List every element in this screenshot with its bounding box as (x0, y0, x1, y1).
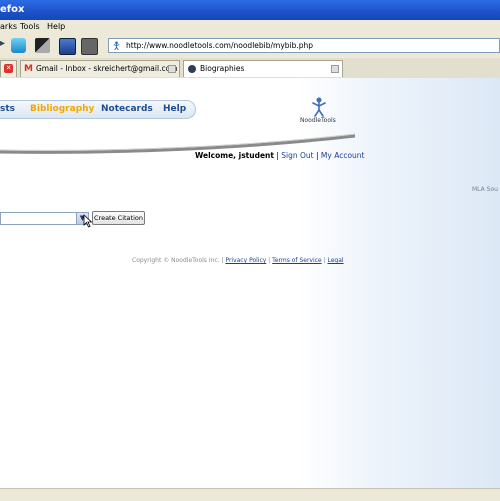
tab-bar: ✕ M Gmail - Inbox - skreichert@gmail.com… (0, 58, 500, 79)
legal-link[interactable]: Legal (327, 257, 343, 264)
menu-item-tools[interactable]: Tools (20, 20, 40, 34)
welcome-bar: Welcome, jstudent | Sign Out | My Accoun… (195, 151, 364, 160)
tab-biographies[interactable]: Biographies (183, 60, 343, 77)
mouse-pointer-icon (83, 214, 93, 228)
menu-item-help[interactable]: Help (47, 20, 65, 34)
terms-of-service-link[interactable]: Terms of Service (272, 257, 321, 264)
source-type-select[interactable]: ▼ (0, 212, 89, 225)
menu-item-bookmarks[interactable]: arks (0, 20, 17, 34)
nav-item-lists[interactable]: sts (0, 101, 15, 118)
privacy-policy-link[interactable]: Privacy Policy (225, 257, 266, 264)
biographies-favicon-icon (188, 65, 196, 73)
copyright-text: Copyright © NoodleTools Inc. | (132, 257, 226, 264)
my-account-link[interactable]: My Account (321, 151, 365, 160)
tab-close-icon[interactable] (331, 65, 339, 73)
dark-page-icon[interactable] (35, 38, 50, 53)
address-bar[interactable]: http://www.noodletools.com/noodlebib/myb… (108, 38, 500, 53)
status-bar (0, 488, 500, 501)
noodletools-favicon-icon (113, 41, 120, 50)
url-text: http://www.noodletools.com/noodlebib/myb… (126, 41, 314, 50)
nav-item-bibliography[interactable]: Bibliography (30, 101, 94, 118)
window-titlebar: efox (0, 0, 500, 20)
close-icon[interactable]: ✕ (4, 64, 13, 73)
tag-icon[interactable] (81, 38, 98, 55)
logo-text: NoodleTools (300, 117, 336, 124)
welcome-text: Welcome, jstudent (195, 151, 274, 160)
citation-style-label: MLA Sou (472, 186, 498, 193)
create-citation-button[interactable]: Create Citation (92, 211, 145, 225)
blue-bookmark-icon[interactable] (11, 38, 26, 53)
nav-item-help[interactable]: Help (163, 101, 186, 118)
window-title: efox (0, 4, 25, 15)
welcome-separator: | (313, 151, 321, 160)
site-nav: sts Bibliography Notecards Help (0, 100, 196, 119)
tab-gmail[interactable]: M Gmail - Inbox - skreichert@gmail.com (20, 60, 180, 77)
noodletools-logo-icon (312, 97, 326, 117)
chevron-right-icon[interactable]: ▸ (0, 38, 5, 49)
blue-page-icon[interactable] (59, 38, 76, 55)
gmail-icon: M (24, 64, 33, 74)
nav-item-notecards[interactable]: Notecards (101, 101, 153, 118)
tab-biographies-label: Biographies (200, 64, 245, 73)
tab-previous[interactable]: ✕ (0, 60, 17, 77)
tab-close-icon[interactable] (168, 65, 176, 73)
menu-bar: arks Tools Help (0, 20, 500, 34)
sign-out-link[interactable]: Sign Out (281, 151, 313, 160)
tab-gmail-label: Gmail - Inbox - skreichert@gmail.com (36, 64, 178, 73)
footer: Copyright © NoodleTools Inc. | Privacy P… (132, 257, 344, 264)
